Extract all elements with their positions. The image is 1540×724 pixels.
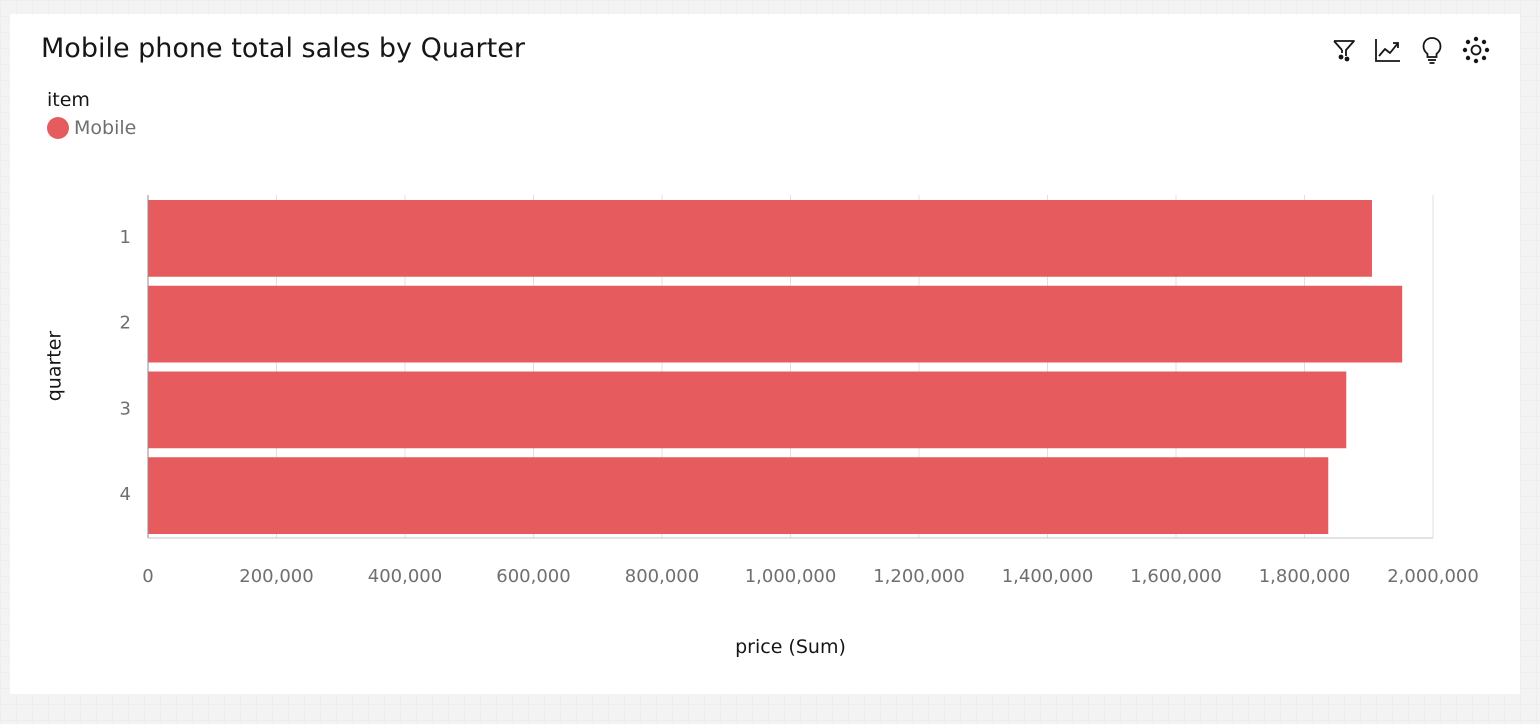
x-axis-title: price (Sum) [735,636,846,658]
bar[interactable] [148,285,1403,363]
bar[interactable] [148,200,1372,277]
x-tick-label: 1,400,000 [1002,566,1094,587]
x-tick-label: 600,000 [496,566,570,587]
x-tick-label: 0 [142,566,153,587]
x-tick-label: 1,800,000 [1259,566,1351,587]
y-tick-label: 3 [120,398,131,419]
bar[interactable] [148,371,1347,449]
x-tick-label: 1,000,000 [745,566,837,587]
y-axis-title: quarter [44,331,66,402]
x-tick-label: 400,000 [368,566,442,587]
y-tick-label: 1 [120,227,131,248]
y-tick-label: 2 [120,313,131,334]
bar-chart: 1 2 3 4 0 200,000 400,000 600,000 800,000 1,000,0… [44,195,1479,658]
x-tick-label: 1,200,000 [873,566,965,587]
x-tick-label: 1,600,000 [1130,566,1222,587]
bar[interactable] [148,457,1329,534]
y-tick-label: 4 [120,484,131,505]
x-tick-label: 2,000,000 [1387,566,1479,587]
x-tick-label: 200,000 [239,566,313,587]
x-tick-label: 800,000 [625,566,699,587]
